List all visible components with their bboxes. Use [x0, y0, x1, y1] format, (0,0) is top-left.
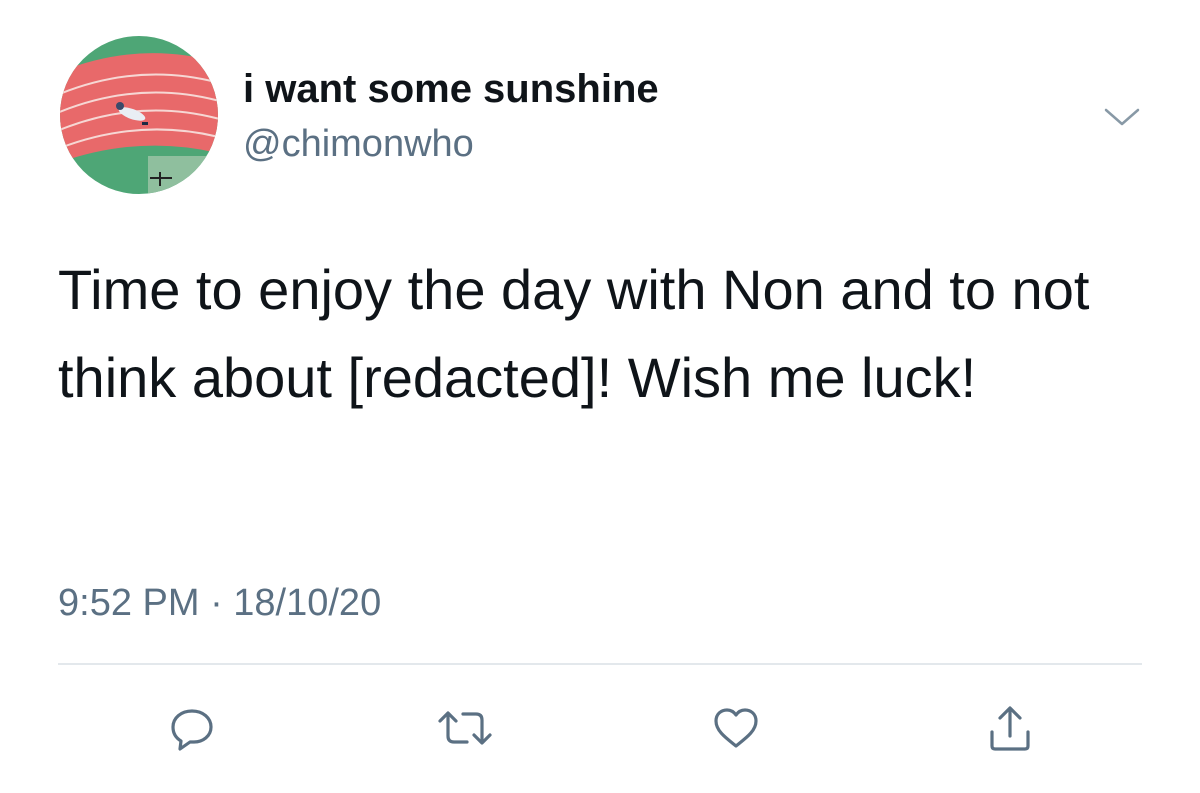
tweet-text: Time to enjoy the day with Non and to no…	[58, 258, 1090, 409]
divider	[58, 663, 1142, 665]
share-icon	[990, 706, 1030, 751]
user-handle[interactable]: @chimonwho	[243, 122, 474, 166]
reply-button[interactable]	[162, 698, 222, 758]
reply-icon	[171, 709, 213, 751]
avatar[interactable]	[60, 36, 218, 194]
tweet-timestamp[interactable]: 9:52 PM · 18/10/20	[58, 580, 381, 626]
retweet-icon	[438, 711, 492, 745]
heart-icon	[714, 708, 758, 748]
display-name[interactable]: i want some sunshine	[243, 66, 659, 112]
chevron-down-icon[interactable]	[1100, 100, 1144, 132]
like-button[interactable]	[706, 698, 766, 758]
share-button[interactable]	[980, 698, 1040, 758]
avatar-image	[60, 36, 218, 194]
retweet-button[interactable]	[435, 698, 495, 758]
